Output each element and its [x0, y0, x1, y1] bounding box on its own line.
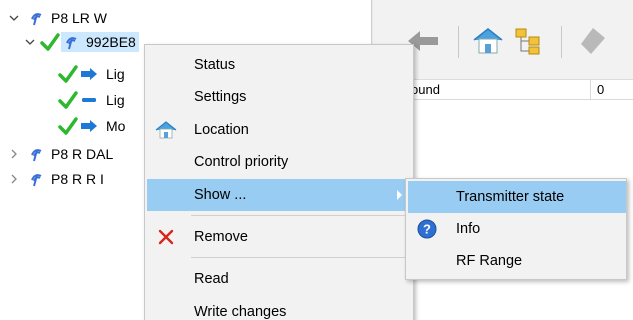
context-menu: Status Settings Location Control priorit…: [144, 44, 414, 320]
tree-structure-button[interactable]: [508, 22, 548, 62]
toolbar-divider: [458, 26, 459, 58]
tree-node-label: 992BE8: [86, 34, 136, 50]
tree-node-lig-1[interactable]: Lig: [58, 63, 125, 85]
house-icon: [152, 116, 180, 144]
arrow-right-icon: [80, 119, 98, 133]
menu-item-location[interactable]: Location: [147, 114, 412, 146]
arrow-right-icon: [80, 67, 98, 81]
tree-node-mo[interactable]: Mo: [58, 115, 125, 137]
toolbar-divider: [561, 26, 562, 58]
remove-x-icon: [152, 223, 180, 251]
home-location-button[interactable]: [468, 22, 508, 62]
tree-node-label: P8 R R I: [51, 171, 104, 187]
tree-node-992be8[interactable]: 992BE8: [24, 31, 139, 53]
menu-item-label: RF Range: [456, 253, 523, 269]
menu-item-label: Write changes: [194, 304, 287, 320]
menu-item-info[interactable]: ? Info: [408, 213, 626, 245]
menu-item-label: Show ...: [194, 187, 247, 203]
antenna-icon: [29, 146, 45, 162]
tree-node-label: Lig: [106, 66, 125, 82]
chevron-down-icon[interactable]: [8, 12, 20, 24]
tree-node-p8-r-r-i[interactable]: P8 R R I: [8, 168, 104, 190]
menu-item-label: Transmitter state: [456, 189, 565, 205]
svg-text:?: ?: [423, 222, 431, 237]
antenna-icon: [29, 171, 45, 187]
menu-item-label: Control priority: [194, 154, 289, 170]
menu-item-control-priority[interactable]: Control priority: [147, 146, 412, 178]
tree-structure-icon: [513, 26, 543, 59]
menu-divider: [191, 257, 407, 258]
tree-node-label: Mo: [106, 118, 126, 134]
show-submenu: Transmitter state ? Info RF Range: [405, 178, 627, 280]
tree-node-p8-lr-w[interactable]: P8 LR W: [8, 7, 107, 29]
chevron-right-icon[interactable]: [8, 173, 20, 185]
chevron-right-icon[interactable]: [8, 148, 20, 160]
submenu-arrow-icon: [397, 190, 402, 200]
menu-item-remove[interactable]: Remove: [147, 221, 412, 253]
table-cell: 0: [597, 82, 605, 97]
menu-item-read[interactable]: Read: [147, 263, 412, 295]
menu-item-label: Status: [194, 57, 236, 73]
tree-node-label: P8 LR W: [51, 10, 108, 26]
menu-divider: [191, 215, 407, 216]
check-icon: [58, 117, 78, 135]
tree-node-label: P8 R DAL: [51, 146, 114, 162]
menu-item-transmitter-state[interactable]: Transmitter state: [408, 181, 626, 213]
tree-node-label: Lig: [106, 92, 125, 108]
menu-item-status[interactable]: Status: [147, 49, 412, 81]
check-icon: [58, 91, 78, 109]
tree-node-lig-2[interactable]: Lig: [58, 89, 125, 111]
house-icon: [471, 26, 505, 59]
dash-icon: [80, 93, 98, 107]
check-icon: [40, 33, 60, 51]
menu-item-label: Settings: [194, 89, 247, 105]
menu-item-write-changes[interactable]: Write changes: [147, 296, 412, 320]
tag-button[interactable]: [573, 22, 613, 62]
antenna-icon: [64, 34, 80, 50]
menu-item-label: Remove: [194, 229, 248, 245]
info-question-icon: ?: [413, 215, 441, 243]
antenna-icon: [29, 10, 45, 26]
menu-item-label: Info: [456, 221, 481, 237]
menu-item-label: Read: [194, 271, 229, 287]
menu-item-rf-range[interactable]: RF Range: [408, 245, 626, 277]
check-icon: [58, 65, 78, 83]
tree-node-selection: 992BE8: [61, 32, 139, 52]
menu-item-settings[interactable]: Settings: [147, 81, 412, 113]
tag-icon: [579, 26, 607, 59]
menu-item-show[interactable]: Show ...: [147, 179, 412, 211]
tree-node-p8-r-dal[interactable]: P8 R DAL: [8, 143, 113, 165]
menu-item-label: Location: [194, 122, 249, 138]
chevron-down-icon[interactable]: [24, 36, 36, 48]
